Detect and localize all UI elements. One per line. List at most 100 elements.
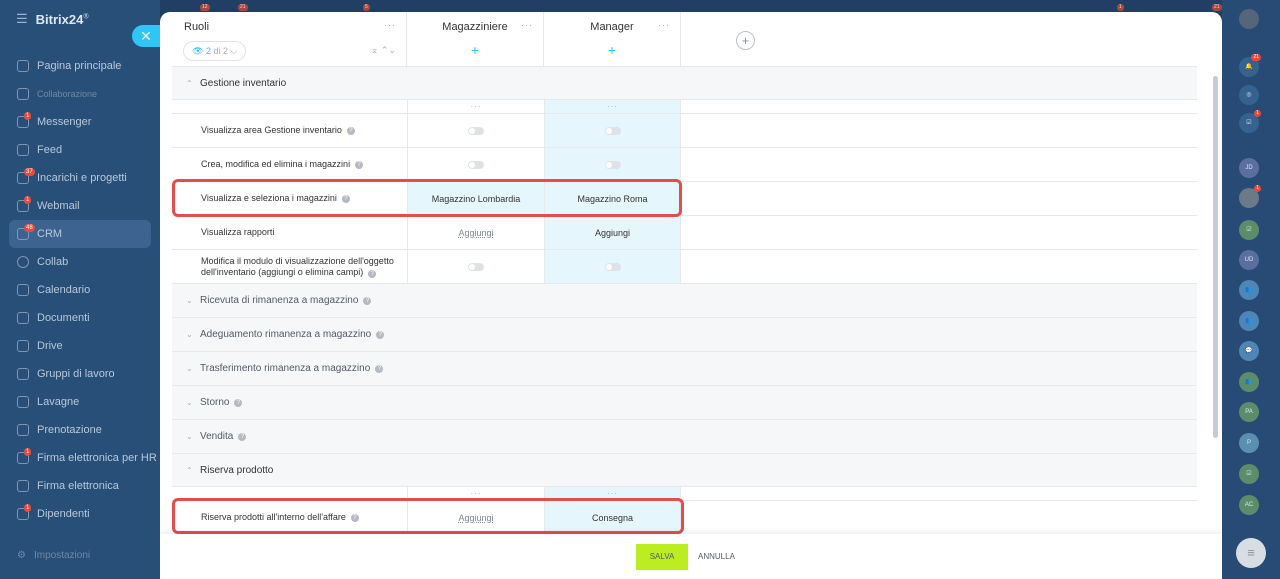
sidebar-item-label: Collab [37,256,69,268]
toggle-switch[interactable] [468,262,484,271]
sidebar-badge: 1 [24,504,32,512]
section-label: ⌃ Riserva prodotto [186,454,273,486]
section-receipt[interactable]: ⌄ Ricevuta di rimanenza a magazzino? [172,284,1197,318]
checklist-icon[interactable]: ☑ [1239,464,1259,484]
pen-icon [17,480,29,492]
help-icon[interactable]: ? [376,330,385,339]
cancel-button[interactable]: ANNULLA [698,544,735,570]
group-avatar-icon[interactable]: 👥 [1239,280,1259,300]
sidebar-item-drive[interactable]: Drive [0,332,160,360]
section-sale[interactable]: ⌄ Vendita? [172,420,1197,454]
menu-icon[interactable]: ☰ [16,11,28,27]
contact-avatar-jd[interactable]: JD [1239,158,1259,178]
list-icon[interactable]: ≡ [1236,538,1266,568]
toggle-switch[interactable] [604,126,621,135]
section-inventory[interactable]: ⌃ Gestione inventario [172,67,1197,100]
group-avatar-icon[interactable]: 👥 [1239,372,1259,392]
sidebar-item-home[interactable]: Pagina principale [0,52,160,80]
section-adjustment[interactable]: ⌄ Adeguamento rimanenza a magazzino? [172,318,1197,352]
add-icon[interactable]: + [467,42,483,58]
bell-icon[interactable]: 🔔 21 [1239,54,1261,77]
sidebar-item-webmail[interactable]: 1 Webmail [0,192,160,220]
roles-pager[interactable]: 👁 2 di 2 ⌵ [183,41,247,61]
contact-avatar-p[interactable]: P [1239,433,1259,453]
add-icon[interactable]: + [604,42,620,58]
scrollbar[interactable] [1213,76,1218,438]
sidebar-item-employees[interactable]: 1 Dipendenti [0,500,160,528]
permission-cell[interactable]: Magazzino Roma [544,182,681,215]
sidebar-item-feed[interactable]: Feed [0,136,160,164]
sidebar-item-booking[interactable]: Prenotazione [0,416,160,444]
logo[interactable]: ☰ Bitrix24® [16,11,89,27]
more-icon[interactable]: ··· [658,20,670,30]
permission-cell[interactable] [407,148,544,181]
permission-cell[interactable]: Aggiungi [544,216,681,249]
permission-text: Crea, modifica ed elimina i magazzini [201,159,351,169]
add-value-link[interactable]: Aggiungi [407,216,544,249]
sidebar-item-boards[interactable]: Lavagne [0,388,160,416]
section-transfer[interactable]: ⌄ Trasferimento rimanenza a magazzino? [172,352,1197,386]
help-icon[interactable]: ? [341,194,350,203]
save-button[interactable]: SALVA [636,544,688,570]
more-icon[interactable]: ··· [521,20,533,30]
permission-cell[interactable] [544,114,681,147]
permission-cell[interactable]: Consegna [544,501,681,534]
toggle-switch[interactable] [468,126,484,135]
collapse-expand-icon[interactable]: ⌅ ⌃⌄ [371,45,396,56]
section-reversal[interactable]: ⌄ Storno? [172,386,1197,420]
tasks-icon[interactable]: ☑ 1 [1239,110,1261,133]
sidebar-item-crm[interactable]: 48 CRM [9,220,151,248]
top-badge: 12 [200,4,210,11]
help-icon[interactable]: ? [234,398,243,407]
sidebar-item-calendar[interactable]: Calendario [0,276,160,304]
spiral-icon[interactable]: ◎ [1239,85,1259,105]
help-icon[interactable]: ? [346,126,355,135]
permission-text: Modifica il modulo di visualizzazione de… [201,256,401,278]
chat-avatar-icon[interactable]: 💬 [1239,341,1259,361]
section-reserve[interactable]: ⌃ Riserva prodotto [172,454,1197,487]
permission-cell[interactable] [407,250,544,283]
contact-avatar-ud[interactable]: UD [1239,250,1259,270]
permission-cell[interactable] [407,114,544,147]
sidebar-item-tasks[interactable]: 37 Incarichi e progetti [0,164,160,192]
sidebar-item-messenger[interactable]: 1 Messenger [0,108,160,136]
help-icon[interactable]: ? [238,432,247,441]
column-menu[interactable]: ··· [544,487,681,500]
close-slider-button[interactable]: ✕ [132,25,160,47]
section-label: ⌄ Vendita? [186,420,247,453]
permission-cell[interactable] [544,148,681,181]
add-role-button[interactable]: + [736,31,755,50]
help-icon[interactable]: ? [363,296,372,305]
contact-avatar-ac[interactable]: AC [1239,495,1259,515]
help-icon[interactable]: ? [355,160,364,169]
checklist-icon[interactable]: ☑ [1239,220,1259,240]
sidebar-settings[interactable]: ⚙ Impostazioni [17,550,90,561]
sidebar-item-signature[interactable]: Firma elettronica [0,472,160,500]
sidebar-item-documents[interactable]: Documenti [0,304,160,332]
contact-avatar-photo[interactable]: 1 [1239,185,1261,208]
add-value-link[interactable]: Aggiungi [407,501,544,534]
column-menu[interactable]: ··· [544,100,681,113]
role-column-header: Magazziniere ··· + [407,12,544,67]
sidebar-item-label: Feed [37,144,63,156]
toggle-switch[interactable] [604,160,621,169]
group-avatar-icon[interactable]: 👥 [1239,311,1259,331]
toggle-switch[interactable] [468,160,484,169]
contact-avatar-pa[interactable]: PA [1239,402,1259,422]
sidebar-item-collaboration[interactable]: Collaborazione [0,80,160,108]
sidebar-item-hr-signature[interactable]: 1 Firma elettronica per HR [0,444,160,472]
toggle-switch[interactable] [604,262,621,271]
column-menu[interactable]: ··· [407,487,544,500]
help-icon[interactable]: ? [368,269,377,278]
user-avatar[interactable] [1239,9,1259,29]
sidebar-item-collab[interactable]: Collab [0,248,160,276]
column-menu[interactable]: ··· [407,100,544,113]
more-icon[interactable]: ··· [384,20,396,30]
help-icon[interactable]: ? [350,513,359,522]
help-icon[interactable]: ? [375,364,384,373]
permission-cell[interactable]: Magazzino Lombardia [407,182,544,215]
permission-cell[interactable] [544,250,681,283]
table-row: Visualizza area Gestione inventario? [172,114,1197,148]
chevron-up-icon: ⌃ [186,78,193,88]
sidebar-item-workgroups[interactable]: Gruppi di lavoro [0,360,160,388]
